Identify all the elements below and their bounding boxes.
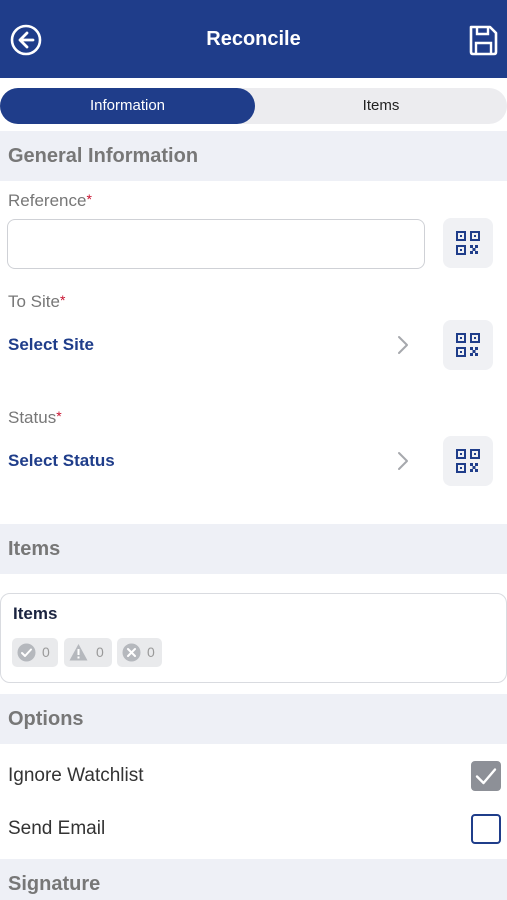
- section-header-general: General Information: [0, 131, 507, 181]
- select-status-field[interactable]: Select Status: [8, 451, 115, 471]
- to-site-qr-button[interactable]: [443, 320, 493, 370]
- required-marker: *: [56, 408, 62, 424]
- send-email-checkbox[interactable]: [471, 814, 501, 844]
- checkmark-icon: [475, 768, 497, 785]
- x-circle-icon: [122, 643, 141, 662]
- ok-count: 0: [42, 644, 50, 660]
- select-site-field[interactable]: Select Site: [8, 335, 94, 355]
- page-title: Reconcile: [206, 28, 301, 50]
- items-summary-card[interactable]: Items 0 0 0: [0, 593, 507, 683]
- tab-information[interactable]: Information: [0, 88, 255, 124]
- qr-code-icon: [456, 333, 480, 357]
- qr-code-icon: [456, 449, 480, 473]
- error-count-chip: 0: [117, 638, 162, 667]
- section-header-items: Items: [0, 524, 507, 574]
- tab-items[interactable]: Items: [255, 88, 507, 124]
- ignore-watchlist-label: Ignore Watchlist: [8, 765, 144, 786]
- status-label: Status*: [8, 408, 62, 427]
- to-site-label: To Site*: [8, 292, 66, 311]
- ignore-watchlist-checkbox[interactable]: [471, 761, 501, 791]
- chevron-right-icon: [398, 452, 408, 470]
- items-card-title: Items: [13, 604, 58, 623]
- required-marker: *: [59, 292, 66, 308]
- qr-code-icon: [456, 231, 480, 255]
- top-app-bar: Reconcile: [0, 0, 507, 78]
- error-count: 0: [147, 644, 155, 660]
- chevron-right-icon: [398, 336, 408, 354]
- warning-count: 0: [96, 644, 104, 660]
- status-qr-button[interactable]: [443, 436, 493, 486]
- reference-qr-button[interactable]: [443, 218, 493, 268]
- ok-count-chip: 0: [12, 638, 58, 667]
- section-header-signature: Signature: [0, 859, 507, 900]
- reference-input[interactable]: [7, 219, 425, 269]
- warning-icon: [69, 644, 88, 661]
- required-marker: *: [86, 191, 92, 207]
- send-email-label: Send Email: [8, 818, 106, 839]
- warning-count-chip: 0: [64, 638, 112, 667]
- section-header-options: Options: [0, 694, 507, 744]
- reference-label: Reference*: [8, 191, 92, 210]
- save-icon[interactable]: [467, 23, 499, 57]
- check-circle-icon: [17, 643, 36, 662]
- segmented-tabs: Information Items: [0, 88, 507, 124]
